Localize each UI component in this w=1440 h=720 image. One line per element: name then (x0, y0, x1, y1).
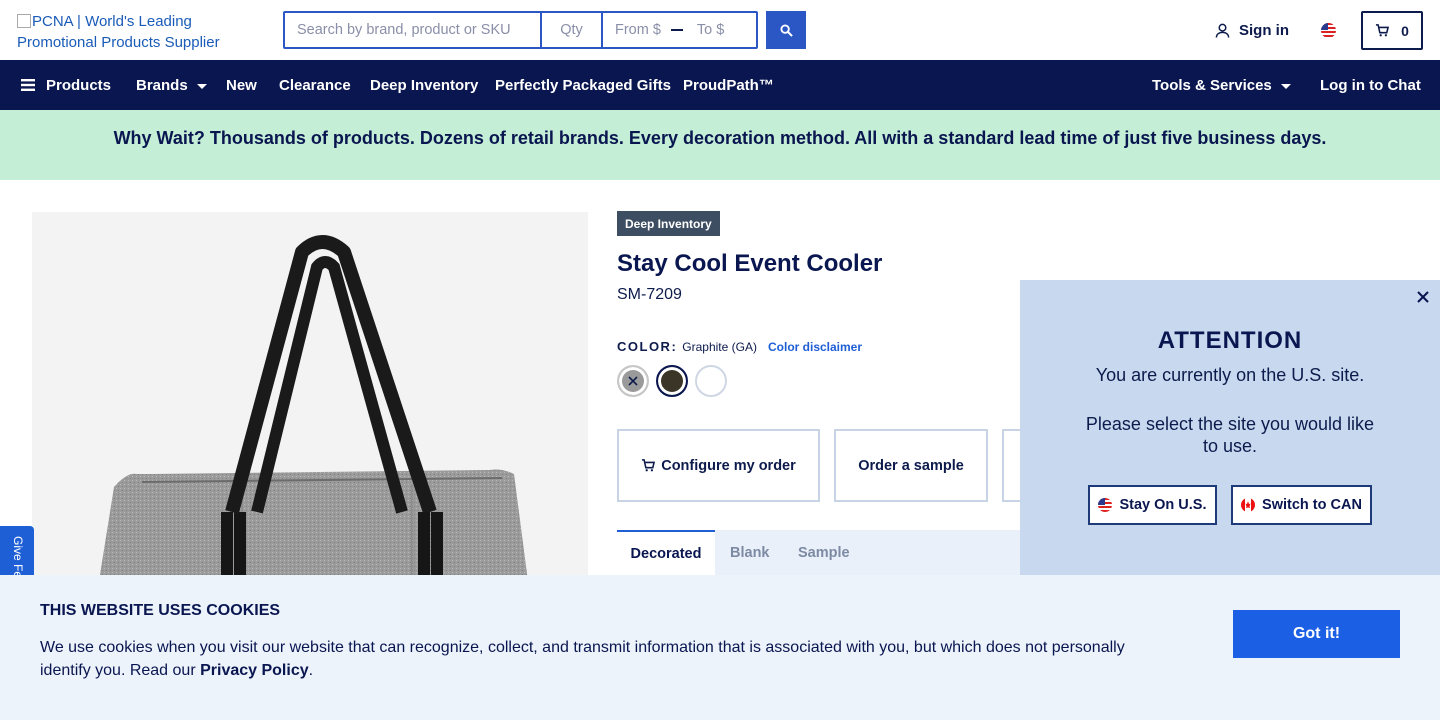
modal-title: ATTENTION (1157, 327, 1303, 354)
price-range: From $ To $ (603, 13, 756, 47)
nav-tools-services[interactable]: Tools & Services (1152, 60, 1291, 110)
color-value: Graphite (GA) (682, 340, 757, 354)
cookie-banner: THIS WEBSITE USES COOKIES We use cookies… (0, 575, 1440, 720)
swatch-gray[interactable] (617, 365, 649, 397)
cart-icon (1376, 24, 1390, 37)
cart-button[interactable]: 0 (1361, 11, 1423, 50)
color-row: COLOR: Graphite (GA) Color disclaimer (617, 339, 862, 354)
deep-inventory-badge: Deep Inventory (617, 211, 720, 236)
caret-down-icon (196, 84, 207, 89)
site-selector-modal: ATTENTION You are currently on the U.S. … (1020, 280, 1440, 575)
swatch-graphite[interactable] (656, 365, 688, 397)
cookie-text: We use cookies when you visit our websit… (40, 636, 1160, 682)
color-disclaimer-link[interactable]: Color disclaimer (768, 340, 862, 354)
tab-blank[interactable]: Blank (730, 530, 770, 576)
nav-deep-inventory[interactable]: Deep Inventory (370, 60, 478, 110)
privacy-policy-link[interactable]: Privacy Policy (200, 662, 309, 679)
cart-icon (642, 459, 656, 472)
unavailable-x-icon (628, 376, 638, 386)
feedback-label: Give Fe (11, 536, 25, 579)
nav-products[interactable]: Products (21, 60, 111, 110)
price-to-input[interactable]: To $ (697, 22, 724, 38)
nav-tools-label: Tools & Services (1152, 76, 1272, 94)
search-icon (779, 23, 793, 37)
stay-us-label: Stay On U.S. (1119, 497, 1207, 513)
nav-brands-label: Brands (136, 76, 188, 94)
swatch-white[interactable] (695, 365, 727, 397)
cooler-bag-illustration (94, 235, 532, 612)
nav-brands[interactable]: Brands (136, 60, 207, 110)
sign-in-label: Sign in (1239, 22, 1289, 39)
range-dash (670, 29, 683, 31)
color-label: COLOR: (617, 339, 678, 354)
switch-can-label: Switch to CAN (1262, 497, 1362, 513)
us-flag-icon[interactable] (1321, 23, 1336, 38)
caret-down-icon (1280, 84, 1291, 89)
nav-gifts[interactable]: Perfectly Packaged Gifts (495, 60, 671, 110)
broken-image-icon (17, 14, 31, 28)
tab-sample[interactable]: Sample (798, 530, 850, 576)
nav-chat-login[interactable]: Log in to Chat (1320, 60, 1421, 110)
tab-decorated[interactable]: Decorated (617, 530, 715, 576)
cart-count: 0 (1401, 22, 1409, 39)
modal-select-text: Please select the site you would like to… (1085, 414, 1375, 456)
configure-order-label: Configure my order (661, 457, 796, 474)
sign-in-link[interactable]: Sign in (1215, 22, 1289, 39)
promo-banner: Why Wait? Thousands of products. Dozens … (0, 110, 1440, 180)
search-button[interactable] (766, 11, 806, 49)
nav-new[interactable]: New (226, 60, 257, 110)
product-image[interactable] (32, 212, 588, 612)
stay-us-button[interactable]: Stay On U.S. (1088, 485, 1217, 525)
switch-can-button[interactable]: Switch to CAN (1231, 485, 1372, 525)
close-icon[interactable] (1416, 290, 1430, 304)
got-it-button[interactable]: Got it! (1233, 610, 1400, 658)
logo[interactable]: PCNA | World's Leading Promotional Produ… (17, 11, 267, 53)
modal-current-site-text: You are currently on the U.S. site. (1095, 365, 1365, 385)
user-icon (1215, 23, 1230, 38)
canada-flag-icon (1241, 498, 1256, 512)
price-from-input[interactable]: From $ (615, 22, 661, 38)
qty-input[interactable]: Qty (542, 13, 603, 47)
nav-products-label: Products (46, 76, 112, 94)
nav-clearance[interactable]: Clearance (279, 60, 351, 110)
order-sample-button[interactable]: Order a sample (834, 429, 988, 502)
cookie-period: . (308, 662, 314, 679)
cookie-title: THIS WEBSITE USES COOKIES (40, 602, 281, 619)
product-sku: SM-7209 (617, 286, 682, 303)
us-flag-icon (1098, 498, 1113, 512)
configure-order-button[interactable]: Configure my order (617, 429, 820, 502)
search-input[interactable]: Search by brand, product or SKU (285, 13, 542, 47)
nav-proudpath[interactable]: ProudPath™ (683, 60, 774, 110)
hamburger-icon (21, 79, 35, 91)
search-bar: Search by brand, product or SKU Qty From… (283, 11, 758, 49)
main-nav: Products Brands New Clearance Deep Inven… (0, 60, 1440, 110)
site-header: PCNA | World's Leading Promotional Produ… (0, 0, 1440, 60)
product-title: Stay Cool Event Cooler (617, 250, 883, 277)
logo-alt-text: PCNA | World's Leading Promotional Produ… (17, 13, 220, 51)
